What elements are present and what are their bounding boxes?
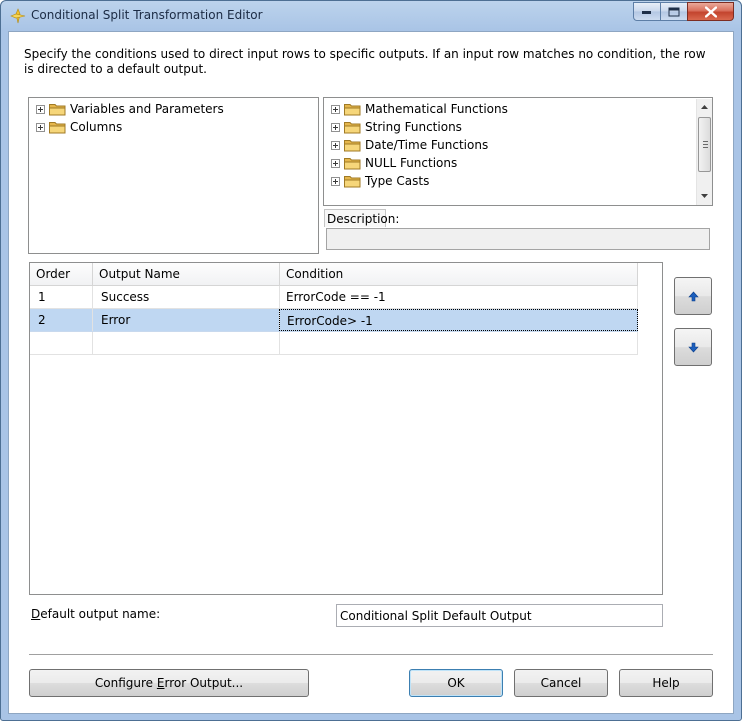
window-title: Conditional Split Transformation Editor <box>31 8 263 22</box>
expand-icon[interactable] <box>331 123 340 132</box>
scrollbar-thumb[interactable] <box>698 117 711 172</box>
help-button[interactable]: Help <box>619 669 713 697</box>
arrow-down-icon <box>688 342 699 353</box>
label-text: efault output name: <box>40 607 161 621</box>
folder-icon <box>344 140 361 152</box>
folder-icon <box>49 104 66 116</box>
column-header-condition[interactable]: Condition <box>280 263 638 285</box>
output-name-cell[interactable]: Error <box>93 309 280 331</box>
output-name-cell[interactable] <box>93 332 280 354</box>
tree-item-label: Variables and Parameters <box>70 102 224 116</box>
expand-icon[interactable] <box>331 141 340 150</box>
instructions-text: Specify the conditions used to direct in… <box>24 47 706 76</box>
close-icon <box>704 6 717 17</box>
condition-cell[interactable] <box>280 332 638 354</box>
folder-icon <box>344 104 361 116</box>
cancel-button[interactable]: Cancel <box>514 669 608 697</box>
tree-item-label: Columns <box>70 120 123 134</box>
table-row-new[interactable] <box>30 332 638 355</box>
title-bar[interactable]: Conditional Split Transformation Editor <box>1 1 741 31</box>
column-header-output-name[interactable]: Output Name <box>93 263 280 285</box>
tree-item-label: NULL Functions <box>365 156 458 170</box>
tree-item-label: String Functions <box>365 120 462 134</box>
expand-icon[interactable] <box>331 177 340 186</box>
order-cell[interactable]: 1 <box>30 286 93 308</box>
maximize-button[interactable] <box>660 2 688 21</box>
configure-error-output-button[interactable]: Configure Error Output... <box>29 669 309 697</box>
label-mnemonic: D <box>31 607 41 621</box>
order-cell[interactable] <box>30 332 93 354</box>
folder-icon <box>344 176 361 188</box>
move-up-button[interactable] <box>674 277 712 315</box>
minimize-icon <box>642 10 651 14</box>
tree-item-label: Type Casts <box>365 174 430 188</box>
tree-item-label: Date/Time Functions <box>365 138 489 152</box>
expand-icon[interactable] <box>331 159 340 168</box>
expand-icon[interactable] <box>331 105 340 114</box>
scroll-up-arrow-icon[interactable] <box>697 99 712 115</box>
folder-icon <box>344 158 361 170</box>
conditions-grid[interactable]: Order Output Name Condition 1 Success Er… <box>29 262 663 595</box>
folder-icon <box>49 122 66 134</box>
condition-cell[interactable]: ErrorCode> -1 <box>279 309 638 331</box>
functions-scrollbar[interactable] <box>696 99 712 205</box>
description-label: Description: <box>324 209 399 227</box>
maximize-icon <box>668 7 680 16</box>
expand-icon[interactable] <box>36 123 45 132</box>
default-output-name-input[interactable] <box>336 604 663 627</box>
minimize-button[interactable] <box>633 2 661 21</box>
app-icon <box>10 8 26 24</box>
condition-cell[interactable]: ErrorCode == -1 <box>280 286 638 308</box>
move-down-button[interactable] <box>674 328 712 366</box>
button-text: Configure <box>94 676 157 690</box>
column-header-order[interactable]: Order <box>30 263 93 285</box>
default-output-label: Default output name: <box>31 607 160 621</box>
folder-icon <box>344 122 361 134</box>
separator-line <box>29 654 713 656</box>
output-name-cell[interactable]: Success <box>93 286 280 308</box>
description-box <box>326 228 710 250</box>
button-text: rror Output... <box>164 676 244 690</box>
scroll-down-arrow-icon[interactable] <box>697 188 712 204</box>
table-row-selected[interactable]: 2 Error ErrorCode> -1 <box>30 309 638 332</box>
tree-item-label: Mathematical Functions <box>365 102 508 116</box>
order-cell[interactable]: 2 <box>30 309 93 331</box>
close-button[interactable] <box>687 2 734 21</box>
ok-button[interactable]: OK <box>409 669 503 697</box>
grid-header: Order Output Name Condition <box>30 263 638 286</box>
arrow-up-icon <box>688 291 699 302</box>
expand-icon[interactable] <box>36 105 45 114</box>
table-row[interactable]: 1 Success ErrorCode == -1 <box>30 286 638 309</box>
